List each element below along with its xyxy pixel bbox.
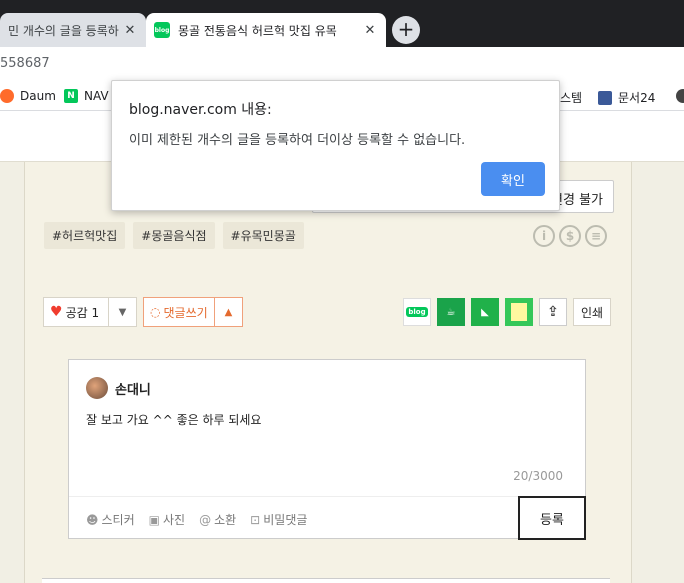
print-button[interactable]: 인쇄 <box>573 298 611 326</box>
bookmark-naver[interactable]: N NAV <box>64 89 109 103</box>
tab-title: 민 개수의 글을 등록하 <box>8 23 119 38</box>
like-button[interactable]: ♥ 공감 1 ▼ <box>43 297 137 327</box>
cafe-share-icon[interactable]: ☕ <box>437 298 465 326</box>
tab-previous[interactable]: 민 개수의 글을 등록하 ✕ <box>0 13 146 47</box>
tag-item[interactable]: #허르헉맛집 <box>44 222 126 249</box>
naver-blog-favicon-icon: blog <box>154 22 170 38</box>
tab-strip: 민 개수의 글을 등록하 ✕ blog 몽골 전통음식 허르헉 맛집 유목 ✕ … <box>0 0 684 47</box>
chevron-up-icon[interactable]: ▲ <box>214 298 242 326</box>
at-icon: @ <box>199 512 212 527</box>
bookmark-label: NAV <box>84 89 109 103</box>
bookmark-daum[interactable]: Daum <box>0 89 56 103</box>
camera-icon: ▣ <box>148 512 160 527</box>
bookmark-label: 문서24 <box>618 91 656 105</box>
blog-share-icon[interactable]: blog <box>403 298 431 326</box>
photo-button[interactable]: ▣ 사진 <box>149 511 185 528</box>
like-label: 공감 1 <box>65 305 100 320</box>
avatar <box>86 377 108 399</box>
naver-icon: N <box>64 89 78 103</box>
submit-comment-button[interactable]: 등록 <box>518 496 586 540</box>
share-link-icon[interactable]: $ <box>559 225 581 247</box>
tag-item[interactable]: #유목민몽골 <box>222 222 304 249</box>
bookmark-label: 스템 <box>560 91 583 105</box>
tool-label: 사진 <box>162 513 186 527</box>
chevron-down-icon[interactable]: ▼ <box>108 298 136 326</box>
comment-toolbar: ☻ 스티커 ▣ 사진 @ 소환 ⊡ 비밀댓글 등록 <box>69 496 586 540</box>
url-text: 558687 <box>0 56 50 71</box>
alert-dialog: blog.naver.com 내용: 이미 제한된 개수의 글을 등록하여 더이… <box>111 80 560 211</box>
tab-current[interactable]: blog 몽골 전통음식 허르헉 맛집 유목 ✕ <box>146 13 386 47</box>
alert-message: 이미 제한된 개수의 글을 등록하여 더이상 등록할 수 없습니다. <box>129 133 466 148</box>
close-icon[interactable]: ✕ <box>122 23 138 38</box>
daum-icon <box>0 89 14 103</box>
share-icons: blog ☕ ◣ ⇪ <box>403 298 567 326</box>
menu-icon[interactable]: ≡ <box>585 225 607 247</box>
blog-share-label: blog <box>406 307 428 317</box>
char-count: 20/3000 <box>513 469 563 483</box>
comment-input[interactable]: 잘 보고 가요 ^^ 좋은 하루 되세요 <box>86 411 261 428</box>
info-icon[interactable]: i <box>533 225 555 247</box>
address-bar[interactable]: 558687 <box>0 47 684 83</box>
tag-item[interactable]: #몽골음식점 <box>133 222 215 249</box>
tab-title: 몽골 전통음식 허르헉 맛집 유목 <box>178 23 337 38</box>
divider <box>42 578 610 583</box>
ok-button[interactable]: 확인 <box>481 162 545 196</box>
tool-label: 스티커 <box>101 513 135 527</box>
comment-editor[interactable]: 손대니 잘 보고 가요 ^^ 좋은 하루 되세요 20/3000 ☻ 스티커 ▣… <box>68 359 586 540</box>
secret-comment-toggle[interactable]: ⊡ 비밀댓글 <box>250 511 307 528</box>
tool-label: 비밀댓글 <box>263 513 308 527</box>
smiley-icon: ☻ <box>86 512 99 527</box>
globe-icon <box>676 89 684 103</box>
bookmark-system[interactable]: 스템 <box>560 89 582 106</box>
heart-icon: ♥ <box>50 304 63 320</box>
comment-label: 댓글쓰기 <box>163 305 208 320</box>
keep-share-icon[interactable]: ◣ <box>471 298 499 326</box>
lock-icon: ⊡ <box>250 512 261 527</box>
post-info-icons: i $ ≡ <box>533 225 607 247</box>
memo-icon <box>511 303 527 321</box>
close-icon[interactable]: ✕ <box>362 23 378 38</box>
bookmark-label: Daum <box>20 89 56 103</box>
document-icon <box>598 90 612 105</box>
username: 손대니 <box>115 382 151 398</box>
tag-list: #허르헉맛집 #몽골음식점 #유목민몽골 <box>44 222 304 249</box>
memo-share-icon[interactable] <box>505 298 533 326</box>
share-icon[interactable]: ⇪ <box>539 298 567 326</box>
tool-label: 소환 <box>214 513 237 527</box>
comment-user: 손대니 <box>86 377 151 399</box>
mention-button[interactable]: @ 소환 <box>199 511 236 528</box>
sticker-button[interactable]: ☻ 스티커 <box>86 511 135 528</box>
speech-bubble-icon: ◌ <box>150 305 161 319</box>
bookmark-docs24[interactable]: 문서24 <box>598 89 655 106</box>
alert-title: blog.naver.com 내용: <box>129 102 272 118</box>
bookmark-more[interactable] <box>676 89 684 103</box>
write-comment-button[interactable]: ◌ 댓글쓰기 ▲ <box>143 297 243 327</box>
new-tab-button[interactable]: + <box>392 16 420 44</box>
